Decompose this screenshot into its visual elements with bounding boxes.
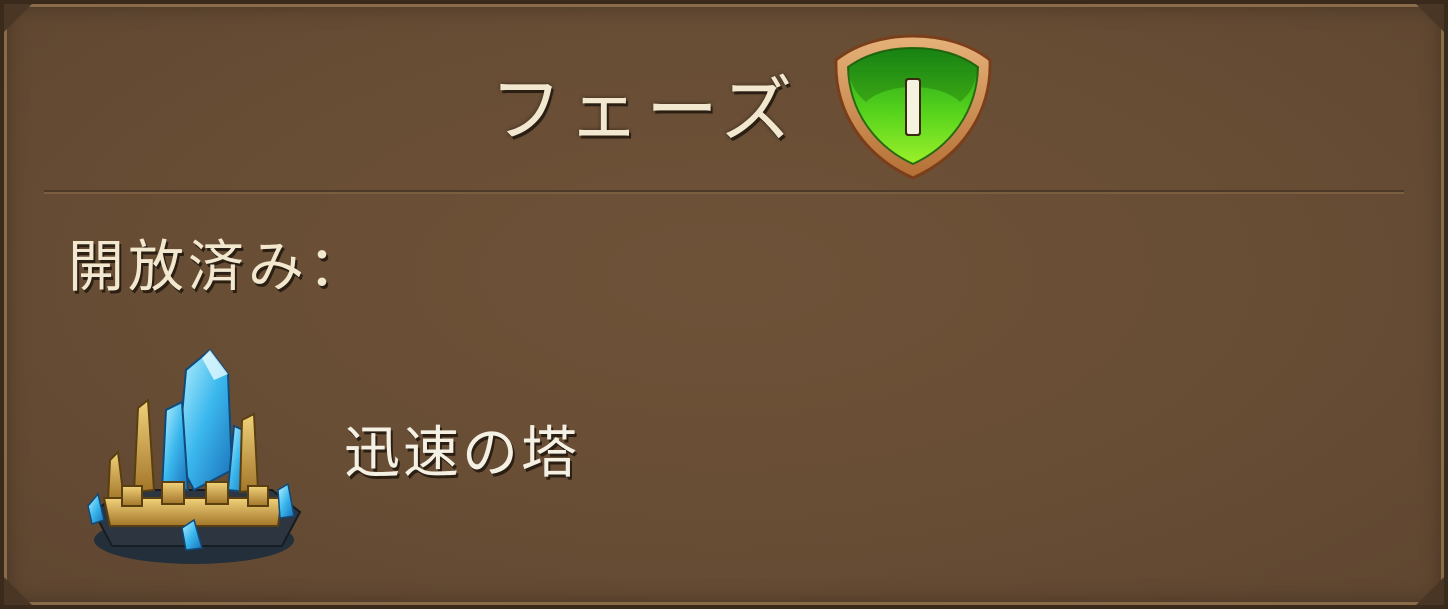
phase-shield-badge-icon: I <box>834 34 992 180</box>
unlocked-label: 開放済み： <box>68 235 368 300</box>
panel-corner <box>4 577 32 605</box>
phase-panel: フェーズ I 開放済み： <box>0 0 1448 609</box>
phase-title: フェーズ <box>490 68 799 152</box>
unlocked-item-name: 迅速の塔 <box>344 421 580 486</box>
section-divider <box>44 190 1404 194</box>
panel-corner <box>1416 4 1444 32</box>
panel-corner <box>4 4 32 32</box>
panel-corner <box>1416 577 1444 605</box>
crystal-tower-icon <box>87 348 302 564</box>
